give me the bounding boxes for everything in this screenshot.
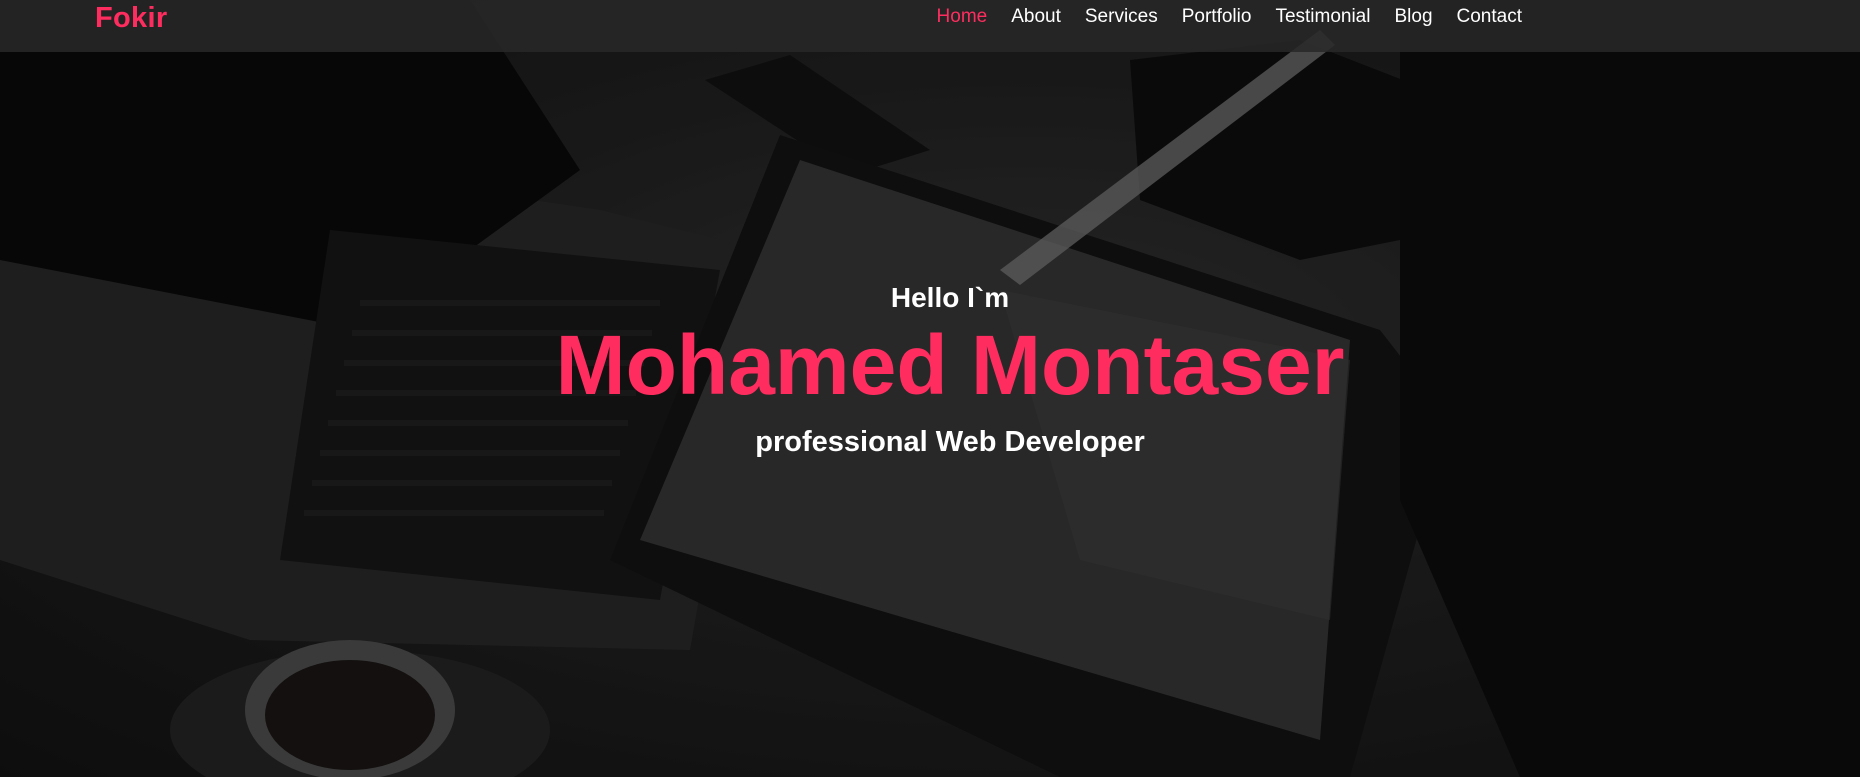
nav-item-services: Services [1085,6,1158,28]
navbar: Fokir Home About Services Portfolio Test… [0,0,1860,52]
nav-link-about[interactable]: About [1011,6,1061,27]
nav-link-portfolio[interactable]: Portfolio [1182,6,1252,27]
hero-name: Mohamed Montaser [555,318,1345,412]
hero-role: professional Web Developer [755,426,1145,458]
brand-logo[interactable]: Fokir [95,2,167,35]
nav-item-contact: Contact [1457,6,1522,28]
nav-item-testimonial: Testimonial [1275,6,1370,28]
hero-section: Fokir Home About Services Portfolio Test… [0,0,1860,777]
hero-text: Hello I`m Mohamed Montaser professional … [0,280,1860,460]
nav-item-portfolio: Portfolio [1182,6,1252,28]
nav-link-contact[interactable]: Contact [1457,6,1522,27]
nav-item-home: Home [937,6,988,28]
nav-link-testimonial[interactable]: Testimonial [1275,6,1370,27]
hero-greeting: Hello I`m [890,282,1010,313]
nav-link-services[interactable]: Services [1085,6,1158,27]
nav-link-blog[interactable]: Blog [1394,6,1432,27]
nav-item-about: About [1011,6,1061,28]
nav-menu: Home About Services Portfolio Testimonia… [937,6,1522,28]
nav-link-home[interactable]: Home [937,6,988,27]
nav-item-blog: Blog [1394,6,1432,28]
